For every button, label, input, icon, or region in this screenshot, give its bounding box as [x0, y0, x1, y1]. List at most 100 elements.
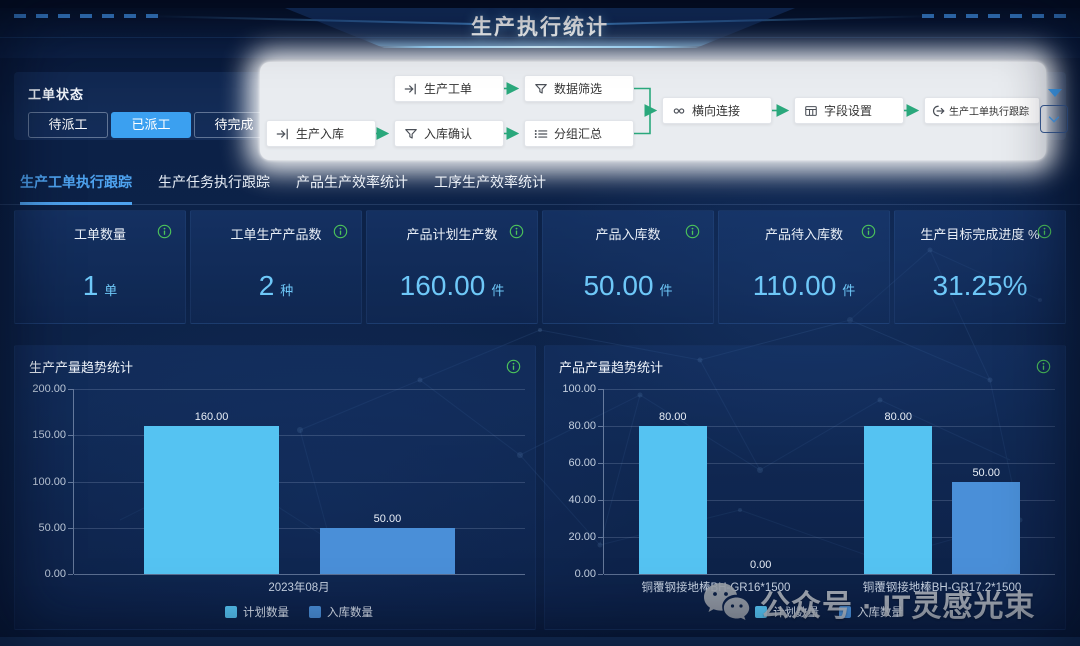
chart-header: 产品产量趋势统计 — [545, 346, 1065, 376]
kpi-value: 31.25% — [895, 270, 1065, 302]
chart-title: 生产产量趋势统计 — [29, 357, 133, 376]
bar-groups: 160.00 50.00 — [74, 389, 525, 574]
y-tick-label: 100.00 — [32, 476, 66, 488]
kpi-card-0: 工单数量1单 — [14, 210, 186, 324]
y-tick-mark — [68, 574, 73, 575]
plot-area: 160.00 50.00 — [73, 389, 525, 574]
kpi-unit: 件 — [491, 283, 504, 298]
chart-header: 生产产量趋势统计 — [15, 346, 535, 376]
y-tick-label: 50.00 — [38, 522, 66, 534]
tab-0[interactable]: 生产工单执行跟踪 — [20, 172, 132, 205]
info-icon[interactable] — [1037, 224, 1052, 239]
bar-group: 80.00 0.00 — [604, 389, 830, 574]
bar-value-label: 50.00 — [374, 513, 402, 525]
info-icon[interactable] — [1036, 359, 1051, 374]
info-icon[interactable] — [157, 224, 172, 239]
kpi-value: 2种 — [191, 270, 361, 302]
bar-segment — [320, 528, 455, 574]
kpi-value: 50.00件 — [543, 270, 713, 302]
bar-value-label: 80.00 — [885, 411, 913, 423]
expand-chevron-button[interactable] — [1040, 105, 1068, 133]
y-axis: 0.0020.0040.0060.0080.00100.00 — [557, 389, 603, 574]
grid-line — [604, 574, 1055, 575]
workflow-node-label: 生产入库 — [296, 125, 344, 142]
workflow-node-label: 分组汇总 — [554, 125, 602, 142]
plot-area: 80.00 0.00 80.00 50.00 — [603, 389, 1055, 574]
bar-group: 80.00 50.00 — [830, 389, 1056, 574]
workflow-node-5[interactable]: 横向连接 — [662, 97, 772, 124]
bar-group: 160.00 50.00 — [74, 389, 525, 574]
kpi-number: 31.25% — [933, 270, 1028, 301]
grid-line — [74, 574, 525, 575]
watermark: 公众号 · IT灵感光束 — [700, 580, 1035, 626]
kpi-card-2: 产品计划生产数160.00件 — [366, 210, 538, 324]
header: 生产执行统计 — [0, 0, 1080, 58]
legend-swatch — [309, 606, 321, 618]
kpi-value: 1单 — [15, 270, 185, 302]
legend-swatch — [225, 606, 237, 618]
kpi-number: 160.00 — [400, 270, 486, 301]
chart-title: 产品产量趋势统计 — [559, 357, 663, 376]
bar-value-label: 160.00 — [195, 411, 229, 423]
bar-wrap: 50.00 — [320, 389, 455, 574]
workflow-node-label: 生产工单执行跟踪 — [949, 103, 1029, 118]
info-icon[interactable] — [333, 224, 348, 239]
page-title: 生产执行统计 — [280, 6, 800, 50]
bar-value-label: 80.00 — [659, 411, 687, 423]
workflow-node-4[interactable]: 分组汇总 — [524, 120, 634, 147]
workflow-node-6[interactable]: 字段设置 — [794, 97, 904, 124]
y-tick-label: 0.00 — [575, 568, 596, 580]
workflow-node-label: 字段设置 — [824, 102, 872, 119]
workflow-node-1[interactable]: 数据筛选 — [524, 75, 634, 102]
bar-value-label: 50.00 — [972, 467, 1000, 479]
tab-1[interactable]: 生产任务执行跟踪 — [158, 172, 270, 205]
filter-option-1[interactable]: 已派工 — [111, 112, 191, 138]
info-icon[interactable] — [509, 224, 524, 239]
legend-item[interactable]: 入库数量 — [309, 604, 373, 620]
input-icon — [404, 82, 418, 96]
top-frame-strip — [0, 0, 1080, 8]
tab-2[interactable]: 产品生产效率统计 — [296, 172, 408, 205]
bar-wrap: 0.00 — [727, 389, 795, 574]
bar-groups: 80.00 0.00 80.00 50.00 — [604, 389, 1055, 574]
kpi-row: 工单数量1单工单生产产品数2种产品计划生产数160.00件产品入库数50.00件… — [14, 210, 1066, 324]
bar-wrap: 80.00 — [639, 389, 707, 574]
y-tick-label: 20.00 — [568, 531, 596, 543]
kpi-unit: 件 — [842, 283, 855, 298]
header-banner: 生产执行统计 — [280, 6, 800, 48]
y-tick-label: 100.00 — [562, 383, 596, 395]
workflow-node-7[interactable]: 生产工单执行跟踪 — [924, 97, 1040, 124]
info-icon[interactable] — [861, 224, 876, 239]
wechat-icon — [700, 580, 754, 626]
chart-body: 0.0050.00100.00150.00200.00160.0050.0020… — [27, 389, 525, 620]
info-icon[interactable] — [685, 224, 700, 239]
workflow-node-label: 入库确认 — [424, 125, 472, 142]
filter-icon — [404, 127, 418, 141]
kpi-card-5: 生产目标完成进度 %31.25% — [894, 210, 1066, 324]
tab-3[interactable]: 工序生产效率统计 — [434, 172, 546, 205]
bar-value-label: 0.00 — [750, 559, 771, 571]
x-axis-labels: 2023年08月 — [73, 579, 525, 595]
legend-item[interactable]: 计划数量 — [225, 604, 289, 620]
x-axis-label: 2023年08月 — [73, 579, 525, 595]
info-icon[interactable] — [506, 359, 521, 374]
chevron-down-icon — [1047, 112, 1061, 126]
header-dash-decoration-right — [916, 14, 1066, 18]
kpi-value: 160.00 件 — [367, 270, 537, 302]
filter-option-0[interactable]: 待派工 — [28, 112, 108, 138]
collapse-caret-icon[interactable] — [1048, 89, 1062, 97]
legend-label: 计划数量 — [243, 604, 289, 620]
watermark-text: 公众号 · IT灵感光束 — [760, 581, 1035, 625]
kpi-number: 1 — [83, 270, 99, 301]
workflow-node-2[interactable]: 生产入库 — [266, 120, 376, 147]
workflow-node-3[interactable]: 入库确认 — [394, 120, 504, 147]
workflow-node-0[interactable]: 生产工单 — [394, 75, 504, 102]
plot-row: 0.0020.0040.0060.0080.00100.0080.000.008… — [557, 389, 1055, 574]
y-tick-label: 0.00 — [45, 568, 66, 580]
bar-segment — [639, 426, 707, 574]
y-axis: 0.0050.00100.00150.00200.00 — [27, 389, 73, 574]
input-icon — [276, 127, 290, 141]
filter-icon — [534, 82, 548, 96]
tab-bar: 生产工单执行跟踪生产任务执行跟踪产品生产效率统计工序生产效率统计 — [20, 172, 1066, 205]
kpi-unit: 种 — [280, 283, 293, 298]
